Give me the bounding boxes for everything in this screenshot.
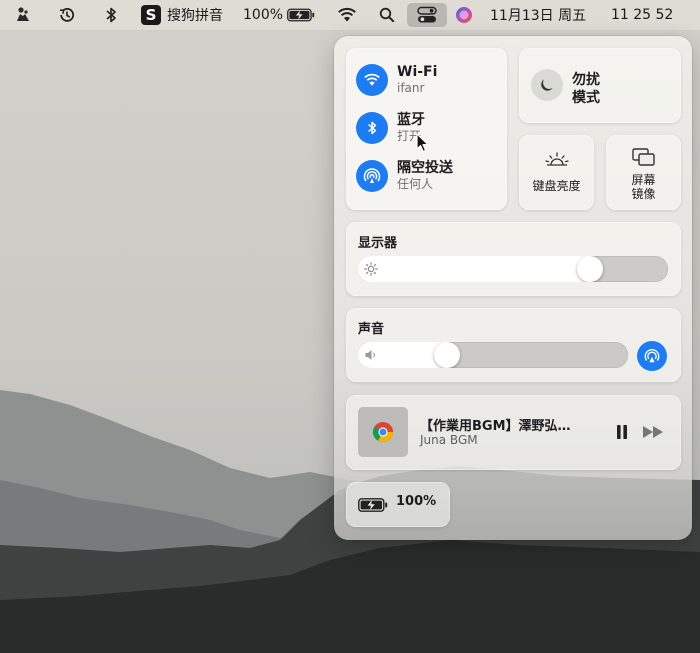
display-tile: 显示器 (346, 222, 681, 296)
display-title: 显示器 (358, 236, 398, 251)
screen-mirroring-label-line2: 镜像 (631, 187, 656, 201)
bluetooth-title: 蓝牙 (397, 112, 425, 128)
sound-title: 声音 (358, 322, 385, 337)
dnd-label-line2: 模式 (572, 90, 600, 106)
keyboard-brightness-label: 键盘亮度 (532, 179, 581, 193)
search-icon[interactable] (376, 0, 398, 30)
fast-forward-icon[interactable] (642, 425, 666, 439)
bluetooth-toggle[interactable]: 蓝牙 打开 (356, 108, 506, 148)
wifi-toggle[interactable]: Wi-Fi ifanr (356, 60, 506, 100)
menubar-date[interactable]: 11月13日 周五 (490, 0, 604, 30)
user-switch-icon[interactable] (10, 0, 36, 30)
input-method-menu[interactable]: S 搜狗拼音 (141, 0, 233, 30)
volume-slider[interactable] (358, 342, 628, 368)
battery-menu[interactable]: 100% (243, 0, 315, 30)
airdrop-icon (356, 160, 388, 192)
mouse-cursor (416, 133, 429, 153)
sun-icon (364, 262, 378, 276)
battery-percent-label: 100% (243, 7, 284, 23)
sogou-input-icon: S (141, 5, 161, 25)
do-not-disturb-tile[interactable]: 勿扰 模式 (519, 48, 681, 123)
display-brightness-knob[interactable] (577, 256, 603, 282)
dnd-label-line1: 勿扰 (572, 72, 600, 88)
control-center-icon[interactable] (407, 3, 447, 27)
input-method-label: 搜狗拼音 (167, 8, 223, 24)
screen-mirroring-label-line1: 屏幕 (631, 173, 656, 187)
bluetooth-icon[interactable] (100, 0, 122, 30)
wifi-icon (356, 64, 388, 96)
speaker-icon (365, 350, 375, 360)
media-title: 【作業用BGM】澤野弘… (420, 419, 571, 434)
control-center-panel: Wi-Fi ifanr 蓝牙 打开 隔空投送 任何人 勿扰 模式 键盘亮度 屏幕… (334, 36, 692, 540)
keyboard-brightness-tile[interactable]: 键盘亮度 (519, 135, 594, 210)
display-brightness-slider[interactable] (358, 256, 668, 282)
now-playing-tile: 【作業用BGM】澤野弘… Juna BGM (346, 395, 681, 470)
battery-tile[interactable]: 100% (346, 482, 450, 527)
wifi-icon[interactable] (334, 0, 360, 30)
sound-tile: 声音 (346, 308, 681, 382)
airplay-audio-button[interactable] (637, 341, 667, 371)
moon-icon (531, 69, 563, 101)
battery-charging-icon (358, 498, 388, 512)
keyboard-brightness-icon (545, 152, 569, 166)
siri-icon[interactable] (453, 0, 475, 30)
battery-charging-icon (287, 8, 315, 22)
bluetooth-icon (356, 112, 388, 144)
volume-knob[interactable] (434, 342, 460, 368)
wifi-network-name: ifanr (397, 81, 425, 95)
network-tile: Wi-Fi ifanr 蓝牙 打开 隔空投送 任何人 (346, 48, 507, 210)
airplay-audio-icon (644, 349, 660, 363)
pause-icon[interactable] (614, 423, 630, 441)
chrome-icon (372, 422, 394, 442)
airdrop-title: 隔空投送 (397, 160, 453, 176)
media-artwork[interactable] (358, 407, 408, 457)
battery-tile-percent: 100% (396, 494, 437, 509)
display-brightness-fill (358, 256, 590, 282)
media-artist: Juna BGM (420, 433, 478, 447)
screen-mirroring-icon (632, 148, 655, 166)
menubar-time[interactable]: 11 25 52 (611, 0, 695, 30)
menu-bar: S 搜狗拼音 100% 11月13日 周五 11 25 52 (0, 0, 700, 30)
screen-mirroring-tile[interactable]: 屏幕 镜像 (606, 135, 681, 210)
wifi-title: Wi-Fi (397, 64, 438, 80)
airdrop-status: 任何人 (397, 177, 434, 191)
airdrop-toggle[interactable]: 隔空投送 任何人 (356, 156, 506, 196)
time-machine-icon[interactable] (54, 0, 80, 30)
